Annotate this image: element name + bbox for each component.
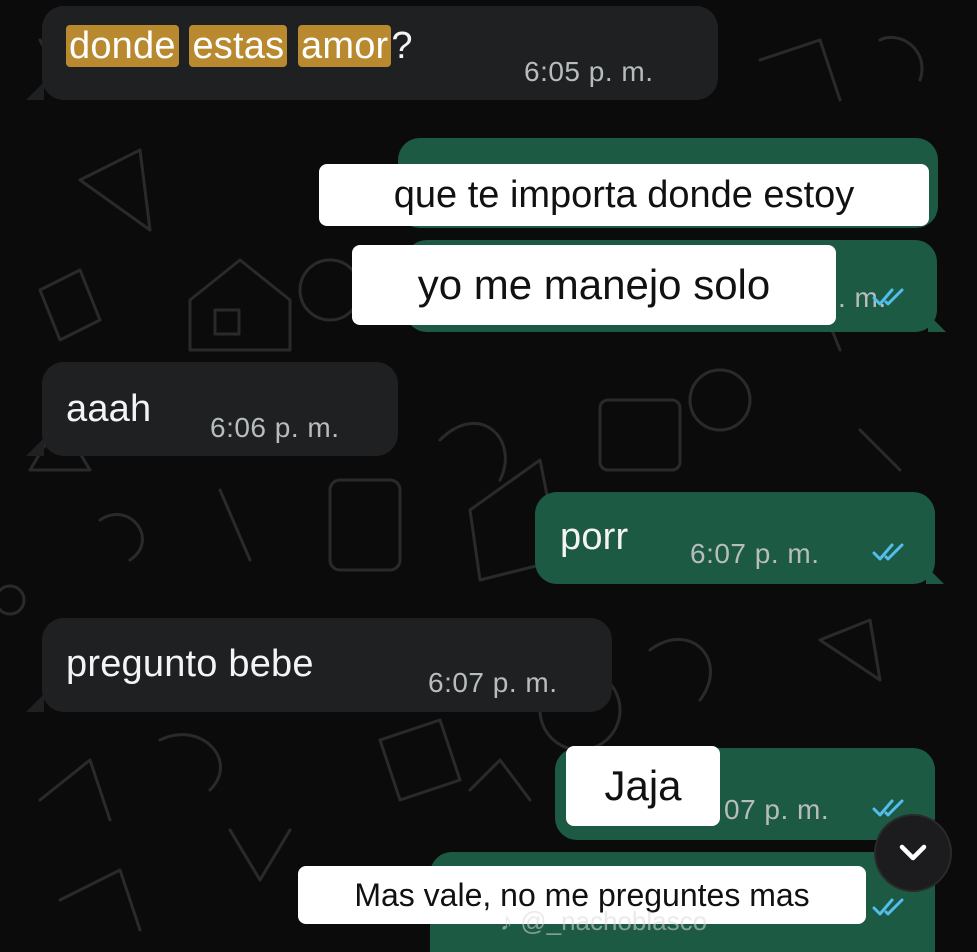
read-receipt-icon [872,288,904,306]
message-text-punctuation: ? [391,25,413,67]
message-time: 6:06 p. m. [210,412,340,443]
message-time: 6:07 p. m. [690,538,820,569]
highlighted-word: donde [66,25,179,67]
bubble-tail [26,694,44,712]
message-text: porr [560,516,629,558]
message-text-sticker: que te importa donde estoy [319,164,929,226]
read-receipt-icon [872,898,904,916]
message-time: 07 p. m. [724,794,830,825]
message-time: 6:07 p. m. [428,667,558,698]
read-receipt-icon [872,543,904,561]
bubble-tail [926,566,944,584]
highlighted-word: estas [189,25,288,67]
bubble-tail [26,438,44,456]
highlighted-word: amor [298,25,392,67]
message-text-sticker: Jaja [566,746,720,826]
bubble-tail [928,314,946,332]
message-text: pregunto bebe [66,643,314,685]
chevron-down-icon [899,844,927,861]
scroll-to-bottom-button[interactable] [874,814,952,892]
bubble-tail [26,82,44,100]
message-time: 6:05 p. m. [524,56,654,87]
message-text: aaah [66,388,152,430]
message-text-sticker: yo me manejo solo [352,245,836,325]
tiktok-watermark: ♪ @_nachoblasco [500,906,708,936]
message-text: donde estas amor? [66,25,413,68]
